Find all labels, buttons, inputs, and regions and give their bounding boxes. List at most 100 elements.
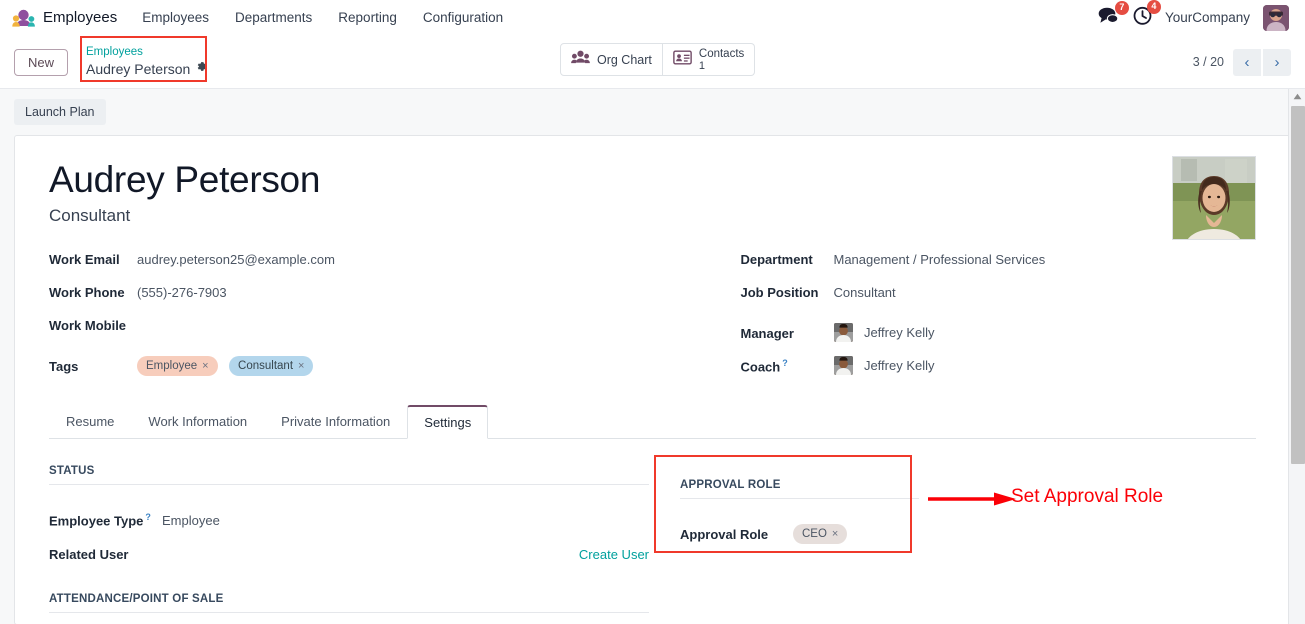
pager: 3 / 20 ‹ ›: [1192, 48, 1291, 76]
manager-name[interactable]: Jeffrey Kelly: [864, 325, 935, 340]
contacts-label: Contacts: [698, 47, 745, 60]
tag-consultant-remove-icon[interactable]: ×: [298, 358, 304, 374]
coach-avatar: [833, 356, 853, 375]
page-title: Audrey Peterson: [49, 159, 321, 200]
nav-menu-employees[interactable]: Employees: [129, 0, 222, 36]
coach-help-icon[interactable]: ?: [782, 358, 788, 368]
manager-value[interactable]: Jeffrey Kelly: [833, 323, 935, 342]
tab-settings[interactable]: Settings: [407, 405, 489, 439]
org-chart-people-icon: [571, 50, 590, 70]
tag-consultant[interactable]: Consultant ×: [229, 355, 314, 376]
tab-resume[interactable]: Resume: [49, 405, 131, 439]
work-email-label: Work Email: [49, 252, 120, 267]
tab-private-information[interactable]: Private Information: [264, 405, 407, 439]
breadcrumb-current-label: Audrey Peterson: [86, 61, 191, 77]
org-chart-label: Org Chart: [597, 52, 652, 67]
scrollbar-thumb[interactable]: [1291, 106, 1305, 464]
approval-role-value[interactable]: CEO ×: [793, 524, 854, 544]
tag-ceo-label: CEO: [802, 528, 827, 540]
avatar[interactable]: [1263, 4, 1289, 31]
work-mobile-label: Work Mobile: [49, 318, 127, 333]
chevron-right-icon: ›: [1274, 53, 1280, 71]
manager-avatar: [833, 323, 853, 342]
tag-consultant-label: Consultant: [238, 359, 294, 372]
app-brand[interactable]: Employees: [8, 9, 129, 27]
form-fields-grid: Work Email audrey.peterson25@example.com…: [49, 250, 1256, 382]
employee-photo[interactable]: [1172, 156, 1256, 240]
tag-employee[interactable]: Employee ×: [137, 355, 218, 376]
approval-role-label: Approval Role: [680, 526, 769, 542]
company-switcher[interactable]: YourCompany: [1165, 10, 1250, 25]
field-manager: Manager Jeffrey Kelly: [741, 316, 1257, 349]
form-sheet: Audrey Peterson Consultant Work Email au…: [14, 135, 1291, 624]
coach-name[interactable]: Jeffrey Kelly: [864, 358, 935, 373]
scroll-up-arrow-icon[interactable]: [1289, 89, 1305, 104]
navbar-right-group: 7 4 YourCompany: [1098, 0, 1297, 31]
messages-button[interactable]: 7: [1098, 0, 1129, 29]
tab-work-information[interactable]: Work Information: [131, 405, 264, 439]
pager-next-button[interactable]: ›: [1263, 48, 1291, 76]
related-user-label: Related User: [49, 546, 129, 562]
employee-type-help-icon[interactable]: ?: [145, 512, 151, 522]
work-phone-value[interactable]: (555)-276-7903: [137, 283, 227, 300]
coach-value[interactable]: Jeffrey Kelly: [833, 356, 935, 375]
form-column-left: Work Email audrey.peterson25@example.com…: [49, 250, 653, 382]
contacts-button[interactable]: Contacts 1: [662, 43, 756, 76]
employees-app-icon: [12, 9, 36, 27]
nav-menu-configuration[interactable]: Configuration: [410, 0, 516, 36]
attendance-section-title: ATTENDANCE/POINT OF SALE: [49, 593, 649, 613]
settings-tab-content: STATUS Employee Type? Employee Related U…: [49, 439, 1256, 624]
chevron-left-icon: ‹: [1244, 53, 1250, 71]
settings-left-column: STATUS Employee Type? Employee Related U…: [49, 465, 649, 624]
breadcrumb-parent-employees[interactable]: Employees: [86, 45, 208, 60]
nav-menu-reporting[interactable]: Reporting: [325, 0, 410, 36]
breadcrumb: Employees Audrey Peterson: [80, 36, 218, 85]
settings-right-column: APPROVAL ROLE Approval Role CEO ×: [671, 465, 929, 624]
form-column-right: Department Management / Professional Ser…: [653, 250, 1257, 382]
gear-icon[interactable]: [195, 60, 208, 79]
field-tags: Tags Employee × Consultant ×: [49, 349, 653, 382]
tag-employee-label: Employee: [146, 359, 198, 372]
tag-employee-remove-icon[interactable]: ×: [202, 358, 208, 374]
field-employee-type: Employee Type? Employee: [49, 503, 649, 537]
contacts-text: Contacts 1: [699, 48, 744, 72]
contacts-count: 1: [698, 59, 706, 72]
tag-ceo-remove-icon[interactable]: ×: [832, 526, 838, 542]
vertical-scrollbar[interactable]: [1288, 89, 1305, 624]
employee-type-label: Employee Type?: [49, 512, 162, 528]
work-email-value[interactable]: audrey.peterson25@example.com: [137, 250, 335, 267]
field-approval-role: Approval Role CEO ×: [680, 517, 919, 551]
tag-ceo[interactable]: CEO ×: [793, 524, 848, 544]
org-chart-button[interactable]: Org Chart: [560, 43, 663, 76]
field-work-email: Work Email audrey.peterson25@example.com: [49, 250, 653, 283]
messages-badge: 7: [1114, 0, 1129, 15]
employee-type-value[interactable]: Employee: [162, 513, 220, 528]
employee-type-label-text: Employee Type: [49, 513, 144, 529]
activities-button[interactable]: 4: [1133, 0, 1161, 30]
manager-label: Manager: [740, 326, 794, 341]
department-label: Department: [740, 252, 813, 267]
job-position-value[interactable]: Consultant: [834, 283, 896, 300]
contacts-card-icon: [673, 50, 692, 70]
create-user-link[interactable]: Create User: [579, 547, 649, 562]
tags-container[interactable]: Employee × Consultant ×: [137, 355, 320, 376]
field-work-phone: Work Phone (555)-276-7903: [49, 283, 653, 316]
stat-buttons-group: Org Chart Contacts 1: [560, 43, 756, 76]
approval-role-section-title: APPROVAL ROLE: [680, 479, 919, 499]
approval-role-group: APPROVAL ROLE Approval Role CEO ×: [680, 465, 929, 569]
launch-plan-button[interactable]: Launch Plan: [14, 99, 106, 125]
tags-label: Tags: [49, 359, 79, 374]
nav-menu-departments[interactable]: Departments: [222, 0, 325, 36]
employee-job-title: Consultant: [49, 206, 131, 225]
pager-previous-button[interactable]: ‹: [1233, 48, 1261, 76]
field-work-mobile: Work Mobile: [49, 316, 653, 349]
job-position-label: Job Position: [740, 285, 819, 300]
department-value[interactable]: Management / Professional Services: [834, 250, 1046, 267]
pager-count: 3 / 20: [1192, 55, 1224, 69]
coach-label: Coach?: [741, 356, 834, 374]
odoo-employee-form-page: Employees Employees Departments Reportin…: [0, 0, 1305, 624]
field-related-user: Related User Create User: [49, 537, 649, 571]
app-name-label: Employees: [43, 9, 118, 26]
activities-badge: 4: [1146, 0, 1161, 14]
new-button[interactable]: New: [14, 48, 69, 76]
